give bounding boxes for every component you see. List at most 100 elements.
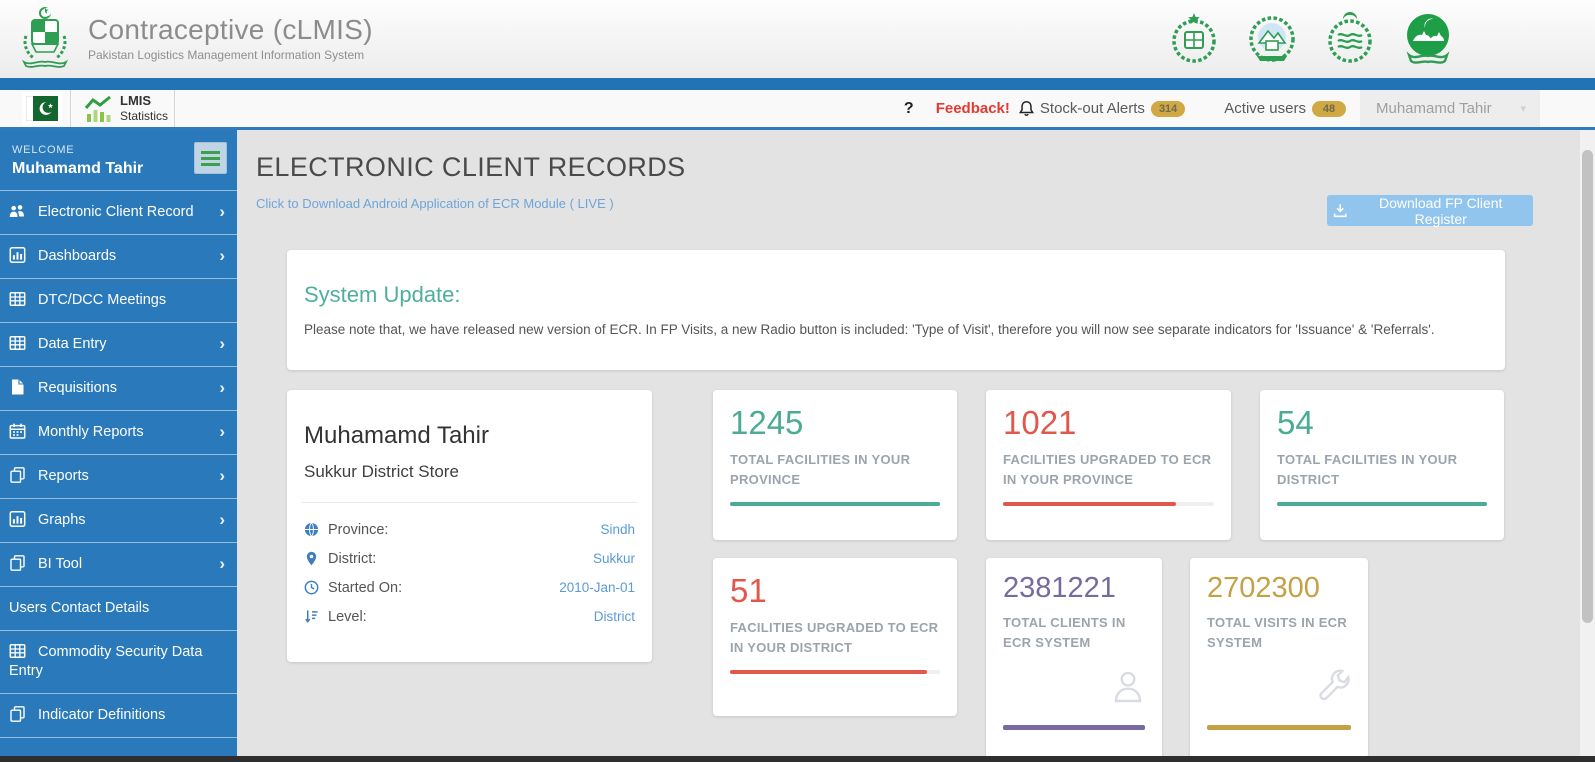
wrench-icon bbox=[1316, 668, 1352, 704]
hamburger-menu-icon[interactable] bbox=[194, 142, 227, 174]
profile-started-on-value: 2010-Jan-01 bbox=[559, 580, 635, 595]
lmis-statistics-button[interactable]: LMISStatistics bbox=[84, 93, 168, 124]
profile-district-value: Sukkur bbox=[593, 551, 635, 566]
sidebar-item-commodity-security-data-entry[interactable]: Commodity Security Data Entry bbox=[0, 631, 237, 694]
sidebar-item-users-contact-details[interactable]: Users Contact Details bbox=[0, 587, 237, 631]
active-users-badge[interactable]: 48 bbox=[1312, 101, 1346, 117]
sidebar-item-data-entry[interactable]: Data Entry› bbox=[0, 323, 237, 367]
chevron-right-icon: › bbox=[219, 554, 225, 573]
sidebar-item-graphs[interactable]: Graphs› bbox=[0, 499, 237, 543]
sidebar-item-label: Requisitions bbox=[38, 380, 117, 396]
active-users-link[interactable]: Active users bbox=[1224, 100, 1306, 117]
app-subtitle: Pakistan Logistics Management Informatio… bbox=[88, 48, 373, 62]
brand: Contraceptive (cLMIS) Pakistan Logistics… bbox=[18, 6, 373, 70]
stockout-alerts-badge[interactable]: 314 bbox=[1151, 101, 1185, 117]
sidebar-item-label: Monthly Reports bbox=[38, 424, 144, 440]
table-icon bbox=[9, 335, 26, 351]
sort-icon bbox=[304, 609, 319, 624]
sidebar-item-label: Dashboards bbox=[38, 248, 116, 264]
stat-card-total-facilities-province: 1245 TOTAL FACILITIES IN YOUR PROVINCE bbox=[713, 390, 957, 540]
chevron-right-icon: › bbox=[219, 422, 225, 441]
stat-value: 51 bbox=[730, 572, 957, 610]
nav-right: ? Feedback! Stock-out Alerts 314 Active … bbox=[904, 90, 1540, 127]
stat-label: TOTAL CLIENTS IN ECR SYSTEM bbox=[1003, 613, 1145, 653]
stat-value: 54 bbox=[1277, 404, 1504, 442]
stat-label: TOTAL FACILITIES IN YOUR DISTRICT bbox=[1277, 450, 1487, 490]
chevron-right-icon: › bbox=[219, 466, 225, 485]
lmis-statistics-label: LMISStatistics bbox=[120, 93, 168, 124]
progress-bar bbox=[1003, 725, 1145, 730]
page-title: ELECTRONIC CLIENT RECORDS bbox=[256, 152, 686, 183]
copy-icon bbox=[9, 467, 26, 483]
copy-icon bbox=[9, 706, 26, 722]
sidebar-item-label: Users Contact Details bbox=[9, 600, 149, 616]
file-icon bbox=[9, 379, 26, 395]
provincial-emblems bbox=[1167, 11, 1455, 67]
sidebar-item-label: DTC/DCC Meetings bbox=[38, 292, 166, 308]
profile-row-district: District: Sukkur bbox=[304, 544, 635, 573]
system-update-card: System Update: Please note that, we have… bbox=[287, 250, 1505, 370]
chevron-right-icon: › bbox=[219, 378, 225, 397]
help-button[interactable]: ? bbox=[904, 100, 914, 118]
bar-chart-icon bbox=[9, 511, 26, 527]
profile-row-province: Province: Sindh bbox=[304, 515, 635, 544]
bar-chart-icon bbox=[9, 247, 26, 263]
sidebar-item-monthly-reports[interactable]: Monthly Reports › bbox=[0, 411, 237, 455]
user-menu[interactable]: Muhamamd Tahir ▾ bbox=[1360, 90, 1540, 127]
sidebar-item-requisitions[interactable]: Requisitions › bbox=[0, 367, 237, 411]
chevron-down-icon: ▾ bbox=[1520, 102, 1526, 115]
stat-value: 2702300 bbox=[1207, 572, 1368, 605]
stat-card-upgraded-facilities-district: 51 FACILITIES UPGRADED TO ECR IN YOUR DI… bbox=[713, 558, 957, 716]
home-flag-button[interactable] bbox=[22, 92, 62, 125]
profile-level-value: District bbox=[594, 609, 635, 624]
sidebar-item-label: BI Tool bbox=[38, 556, 82, 572]
system-update-body: Please note that, we have released new v… bbox=[304, 322, 1488, 337]
person-icon bbox=[1110, 668, 1146, 704]
chevron-right-icon: › bbox=[219, 334, 225, 353]
sidebar-item-electronic-client-record[interactable]: Electronic Client Record› bbox=[0, 191, 237, 235]
kpk-emblem bbox=[1245, 11, 1299, 67]
bell-icon[interactable] bbox=[1018, 100, 1035, 117]
feedback-link[interactable]: Feedback! bbox=[936, 100, 1010, 117]
top-nav: LMISStatistics ? Feedback! Stock-out Ale… bbox=[0, 90, 1595, 130]
clmis-app: Contraceptive (cLMIS) Pakistan Logistics… bbox=[0, 0, 1595, 762]
profile-name: Muhamamd Tahir bbox=[304, 422, 652, 450]
android-app-download-link[interactable]: Click to Download Android Application of… bbox=[256, 196, 614, 211]
balochistan-emblem bbox=[1401, 11, 1455, 67]
profile-province-value: Sindh bbox=[600, 522, 635, 537]
sidebar-menu: Electronic Client Record› Dashboards › DTC/… bbox=[0, 190, 237, 738]
stat-card-total-facilities-district: 54 TOTAL FACILITIES IN YOUR DISTRICT bbox=[1260, 390, 1504, 540]
stat-label: FACILITIES UPGRADED TO ECR IN YOUR DISTR… bbox=[730, 618, 940, 658]
progress-bar bbox=[1003, 502, 1214, 506]
sidebar-item-indicator-definitions[interactable]: Indicator Definitions bbox=[0, 694, 237, 738]
divider bbox=[302, 502, 637, 503]
chevron-right-icon: › bbox=[219, 246, 225, 265]
download-icon bbox=[1333, 203, 1347, 218]
table-icon bbox=[9, 291, 26, 307]
sidebar: WELCOME Muhamamd Tahir Electronic Client… bbox=[0, 130, 237, 762]
nav-separator bbox=[174, 90, 175, 127]
download-fp-client-register-button[interactable]: Download FP Client Register bbox=[1327, 195, 1533, 226]
users-icon bbox=[9, 203, 26, 219]
stat-label: TOTAL VISITS IN ECR SYSTEM bbox=[1207, 613, 1351, 653]
pakistan-state-emblem bbox=[18, 6, 72, 70]
scrollbar-thumb[interactable] bbox=[1582, 150, 1593, 623]
user-menu-name: Muhamamd Tahir bbox=[1376, 100, 1492, 117]
sidebar-item-label: Indicator Definitions bbox=[38, 707, 165, 723]
globe-icon bbox=[304, 522, 319, 537]
page-scrollbar[interactable] bbox=[1580, 130, 1595, 756]
sidebar-item-dashboards[interactable]: Dashboards › bbox=[0, 235, 237, 279]
table-icon bbox=[9, 643, 26, 659]
stat-card-total-visits: 2702300 TOTAL VISITS IN ECR SYSTEM bbox=[1190, 558, 1368, 758]
main-content: ELECTRONIC CLIENT RECORDS Click to Downl… bbox=[237, 130, 1595, 762]
sidebar-item-bi-tool[interactable]: BI Tool › bbox=[0, 543, 237, 587]
stat-label: FACILITIES UPGRADED TO ECR IN YOUR PROVI… bbox=[1003, 450, 1214, 490]
stockout-alerts-link[interactable]: Stock-out Alerts bbox=[1040, 100, 1145, 117]
sidebar-item-dtc-dcc-meetings[interactable]: DTC/DCC Meetings bbox=[0, 279, 237, 323]
profile-row-started-on: Started On: 2010-Jan-01 bbox=[304, 573, 635, 602]
clock-icon bbox=[304, 580, 319, 595]
window-bottom-edge bbox=[0, 756, 1595, 762]
nav-separator bbox=[70, 90, 71, 127]
sidebar-item-reports[interactable]: Reports› bbox=[0, 455, 237, 499]
sidebar-item-label: Commodity Security Data Entry bbox=[9, 644, 202, 679]
